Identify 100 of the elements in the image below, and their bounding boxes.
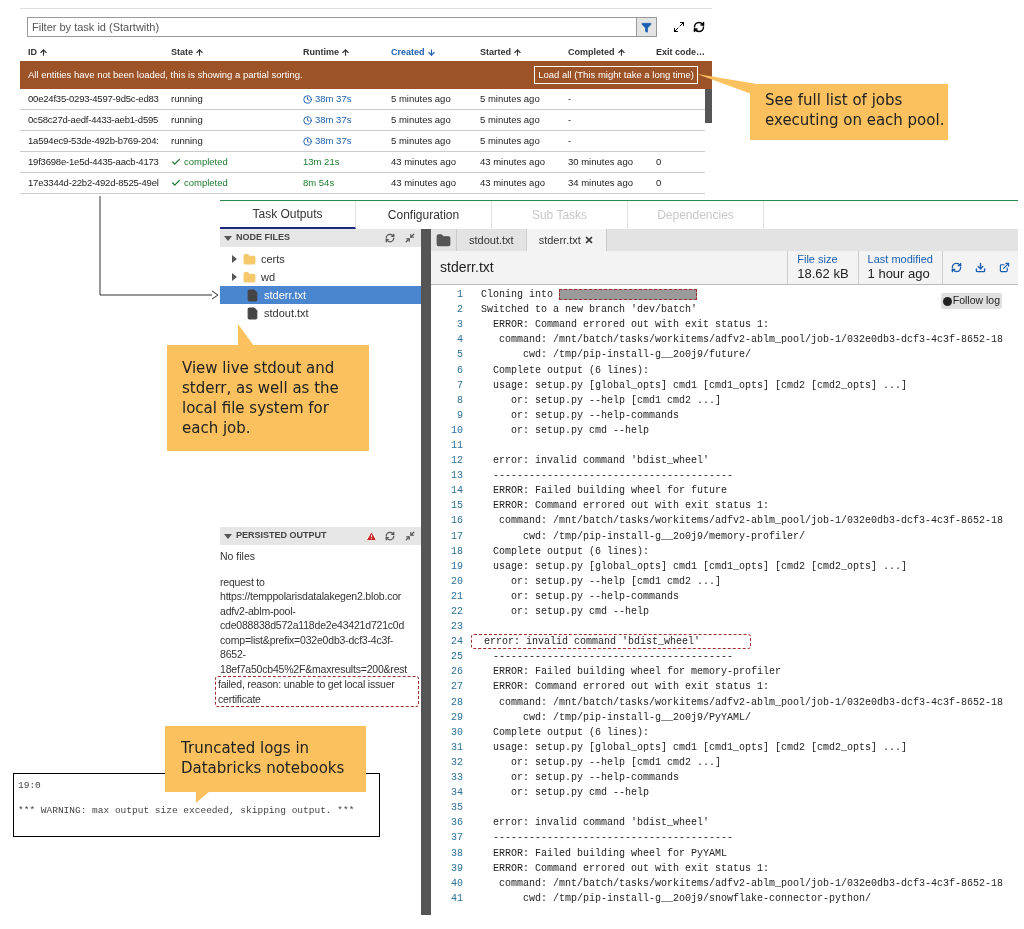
log-line: usage: setup.py [global_opts] cmd1 [cmd1_opts] [cmd2 [cmd2_opts] ...] bbox=[492, 378, 908, 393]
error-text: certificate bbox=[218, 691, 262, 707]
log-line: command: /mnt/batch/tasks/workitems/adfv2-ablm_pool/job-1/032e0db3-dcf3-4c3f-8652-18 bbox=[498, 695, 1004, 710]
file-name: stderr.txt bbox=[439, 258, 495, 277]
line-number: 12 bbox=[450, 454, 463, 469]
load-all-button[interactable]: Load all (This might take a long time) bbox=[534, 66, 698, 84]
arrow-down-icon bbox=[426, 48, 436, 58]
column-header[interactable]: ID bbox=[28, 46, 48, 60]
filter-field[interactable]: Filter by task id (Startwith) bbox=[27, 17, 637, 37]
scrollbar-thumb[interactable] bbox=[705, 89, 712, 123]
table-cell-text: 19f3698e-1e5d-4435-aacb-4173 bbox=[28, 154, 160, 169]
clock-icon bbox=[303, 94, 312, 104]
log-line: ERROR: Command errored out with exit status 1: bbox=[492, 318, 770, 333]
column-header[interactable]: Exit code… bbox=[656, 46, 705, 60]
expand-arrow-icon[interactable] bbox=[230, 273, 238, 281]
caret-icon[interactable] bbox=[224, 234, 232, 242]
table-cell-text: 43 minutes ago bbox=[391, 154, 457, 169]
log-line: ---------------------------------------- bbox=[492, 831, 734, 846]
log-line: or: setup.py cmd --help bbox=[510, 423, 650, 438]
refresh-icon[interactable] bbox=[385, 531, 395, 541]
refresh-icon[interactable] bbox=[385, 233, 395, 243]
column-header[interactable]: Created bbox=[391, 46, 436, 60]
line-number: 35 bbox=[450, 801, 463, 816]
collapse-icon[interactable] bbox=[405, 233, 415, 243]
folder-icon bbox=[243, 270, 256, 284]
arrow-up-icon bbox=[341, 48, 350, 58]
folder-icon bbox=[436, 232, 451, 248]
close-icon[interactable] bbox=[583, 235, 594, 245]
table-cell-text: running bbox=[171, 91, 204, 106]
filter-button[interactable] bbox=[637, 17, 657, 37]
column-header[interactable]: State bbox=[171, 46, 204, 60]
arrow-up-icon bbox=[616, 48, 626, 58]
line-number: 39 bbox=[450, 861, 463, 876]
table-cell-text: 43 minutes ago bbox=[480, 154, 546, 169]
job-row[interactable]: 19f3698e-1e5d-4435-aacb-4173 completed 13m 21s 43 minutes ago 43 minutes ago 30 minutes ago 0 bbox=[20, 152, 705, 173]
line-number: 33 bbox=[450, 771, 463, 786]
table-cell: completed bbox=[171, 154, 303, 170]
expand-icon[interactable] bbox=[673, 21, 685, 33]
table-cell-text: 00e24f35-0293-4597-9d5c-ed83 bbox=[28, 91, 160, 106]
log-line: command: /mnt/batch/tasks/workitems/adfv2-ablm_pool/job-1/032e0db3-dcf3-4c3f-8652-18 bbox=[498, 514, 1004, 529]
job-row[interactable]: 0c58c27d-aedf-4433-aeb1-d595 running 38m 37s 5 minutes ago 5 minutes ago - bbox=[20, 110, 705, 131]
table-cell: 38m 37s bbox=[303, 112, 391, 128]
line-number: 28 bbox=[450, 695, 463, 710]
log-line: or: setup.py --help [cmd1 cmd2 ...] bbox=[510, 574, 722, 589]
log-line: error: invalid command 'bdist_wheel' bbox=[492, 454, 710, 469]
file-tree-item[interactable]: certs bbox=[220, 250, 421, 268]
line-number: 24 bbox=[450, 635, 463, 650]
log-line: Complete output (6 lines): bbox=[492, 725, 650, 740]
section-title: PERSISTED OUTPUT bbox=[236, 529, 328, 543]
column-header[interactable]: Completed bbox=[568, 46, 626, 60]
clock-icon bbox=[303, 115, 312, 125]
log-line: ERROR: Command errored out with exit status 1: bbox=[492, 499, 770, 514]
log-line: ---------------------------------------- bbox=[492, 469, 734, 484]
log-line: Switched to a new branch 'dev/batch' bbox=[481, 303, 698, 318]
error-text: 18ef7a50cb45%2F&maxresults=200&rest bbox=[220, 661, 409, 677]
download-icon[interactable] bbox=[975, 262, 986, 273]
job-row[interactable]: 00e24f35-0293-4597-9d5c-ed83 running 38m 37s 5 minutes ago 5 minutes ago - bbox=[20, 89, 705, 110]
log-line: cwd: /tmp/pip-install-g__2o0j9/snowflake-connector-python/ bbox=[522, 891, 872, 906]
section-header[interactable]: NODE FILES bbox=[220, 229, 421, 247]
follow-log-button[interactable]: Follow log bbox=[940, 293, 1002, 309]
file-tree-item[interactable]: wd bbox=[220, 268, 421, 286]
log-line: Cloning into bbox=[481, 288, 554, 303]
expand-arrow-icon[interactable] bbox=[230, 255, 238, 263]
line-number: 5 bbox=[456, 348, 463, 363]
log-line: or: setup.py --help [cmd1 cmd2 ...] bbox=[510, 755, 722, 770]
line-number: 20 bbox=[450, 574, 463, 589]
refresh-icon[interactable] bbox=[693, 21, 705, 33]
column-header[interactable]: Runtime bbox=[303, 46, 350, 60]
error-text: 8652- bbox=[220, 647, 247, 662]
line-number: 21 bbox=[450, 589, 463, 604]
job-row[interactable]: 17e3344d-22b2-492d-8525-49el completed 8m 54s 43 minutes ago 43 minutes ago 34 minutes ago 0 bbox=[20, 173, 705, 194]
table-cell-text: 17e3344d-22b2-492d-8525-49el bbox=[28, 175, 160, 190]
job-row[interactable]: 1a594ec9-53de-492b-b769-204: running 38m 37s 5 minutes ago 5 minutes ago - bbox=[20, 131, 705, 152]
line-number: 32 bbox=[450, 755, 463, 770]
line-number: 27 bbox=[450, 680, 463, 695]
section-header[interactable]: PERSISTED OUTPUT bbox=[220, 527, 421, 545]
column-header[interactable]: Started bbox=[480, 46, 522, 60]
table-cell-text: 34 minutes ago bbox=[568, 175, 634, 190]
line-number: 14 bbox=[450, 484, 463, 499]
file-tree-item[interactable]: stderr.txt bbox=[220, 286, 421, 304]
line-number: 7 bbox=[456, 378, 463, 393]
log-line: Complete output (6 lines): bbox=[492, 544, 650, 559]
last-modified: 1 hour ago bbox=[867, 266, 931, 282]
callout: See full list of jobs executing on each pool. bbox=[750, 84, 948, 140]
caret-icon[interactable] bbox=[224, 532, 232, 540]
open-external-icon[interactable] bbox=[999, 262, 1010, 273]
filter-icon bbox=[641, 21, 652, 33]
table-cell-text: 5 minutes ago bbox=[480, 112, 541, 127]
error-text: https://temppolarisdatalakegen2.blob.cor bbox=[220, 589, 403, 604]
callout: Truncated logs in Databricks notebooks bbox=[165, 726, 366, 792]
line-number: 11 bbox=[450, 439, 463, 453]
table-cell-text: 30 minutes ago bbox=[568, 154, 634, 169]
line-number: 30 bbox=[450, 725, 463, 740]
output-line: 19:0 bbox=[18, 779, 42, 793]
file-tab[interactable]: stderr.txt bbox=[526, 229, 607, 251]
line-number: 29 bbox=[450, 710, 463, 725]
collapse-icon[interactable] bbox=[405, 531, 415, 541]
line-number: 34 bbox=[450, 786, 463, 801]
table-cell-text: running bbox=[171, 112, 204, 127]
file-tree-item[interactable]: stdout.txt bbox=[220, 304, 421, 322]
